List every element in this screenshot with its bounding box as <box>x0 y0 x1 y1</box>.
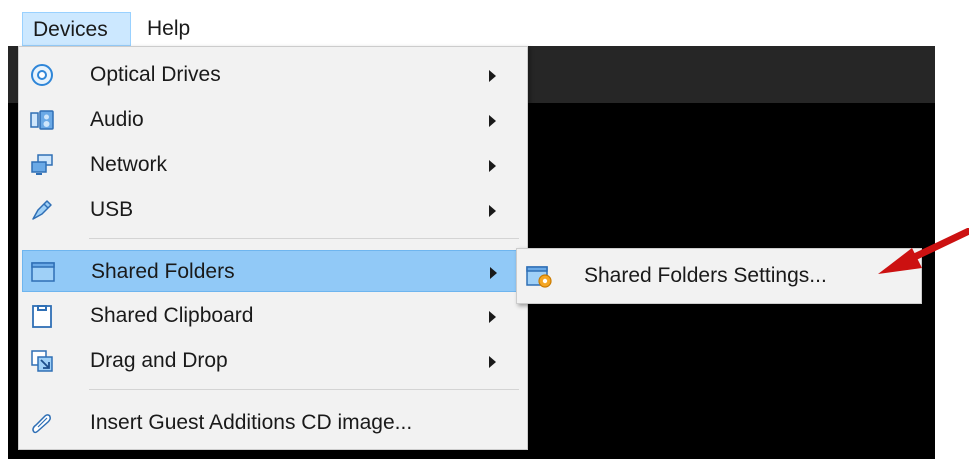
speaker-icon <box>30 108 54 132</box>
menu-item-label: Audio <box>90 108 144 131</box>
menu-item-insert-guest-additions[interactable]: Insert Guest Additions CD image... <box>22 402 524 444</box>
menu-help[interactable]: Help <box>137 12 207 46</box>
menu-item-shared-folders[interactable]: Shared Folders <box>22 250 524 292</box>
devices-menu: Optical Drives Audio Network USB Shared … <box>18 46 528 450</box>
optical-disc-icon <box>30 63 54 87</box>
folder-settings-icon <box>526 263 554 289</box>
cd-image-icon <box>30 411 54 435</box>
menu-item-label: Shared Clipboard <box>90 304 254 327</box>
menu-item-audio[interactable]: Audio <box>22 99 524 141</box>
usb-icon <box>30 198 54 222</box>
menu-devices[interactable]: Devices <box>22 12 131 46</box>
menu-item-label: USB <box>90 198 134 221</box>
submenu-arrow-icon <box>489 266 498 279</box>
submenu-arrow-icon <box>488 159 497 172</box>
menu-item-label: Optical Drives <box>90 63 221 86</box>
menu-separator <box>89 389 519 390</box>
submenu-arrow-icon <box>488 355 497 368</box>
submenu-arrow-icon <box>488 69 497 82</box>
menu-item-label: Shared Folders <box>91 260 235 283</box>
submenu-arrow-icon <box>488 310 497 323</box>
submenu-arrow-icon <box>488 114 497 127</box>
menu-item-optical-drives[interactable]: Optical Drives <box>22 54 524 96</box>
red-arrow-icon <box>878 228 969 274</box>
drag-drop-icon <box>30 349 54 373</box>
folder-icon <box>31 260 55 284</box>
menu-item-label: Shared Folders Settings... <box>584 264 827 287</box>
menu-item-shared-clipboard[interactable]: Shared Clipboard <box>22 295 524 337</box>
network-icon <box>30 153 54 177</box>
clipboard-icon <box>30 304 54 328</box>
menu-item-network[interactable]: Network <box>22 144 524 186</box>
menu-item-drag-and-drop[interactable]: Drag and Drop <box>22 340 524 382</box>
menu-separator <box>89 238 519 239</box>
menu-item-label: Drag and Drop <box>90 349 228 372</box>
menu-bar: Devices Help <box>0 0 969 46</box>
menu-item-label: Network <box>90 153 168 176</box>
menu-item-label: Insert Guest Additions CD image... <box>90 411 413 434</box>
submenu-arrow-icon <box>488 204 497 217</box>
menu-item-usb[interactable]: USB <box>22 189 524 231</box>
